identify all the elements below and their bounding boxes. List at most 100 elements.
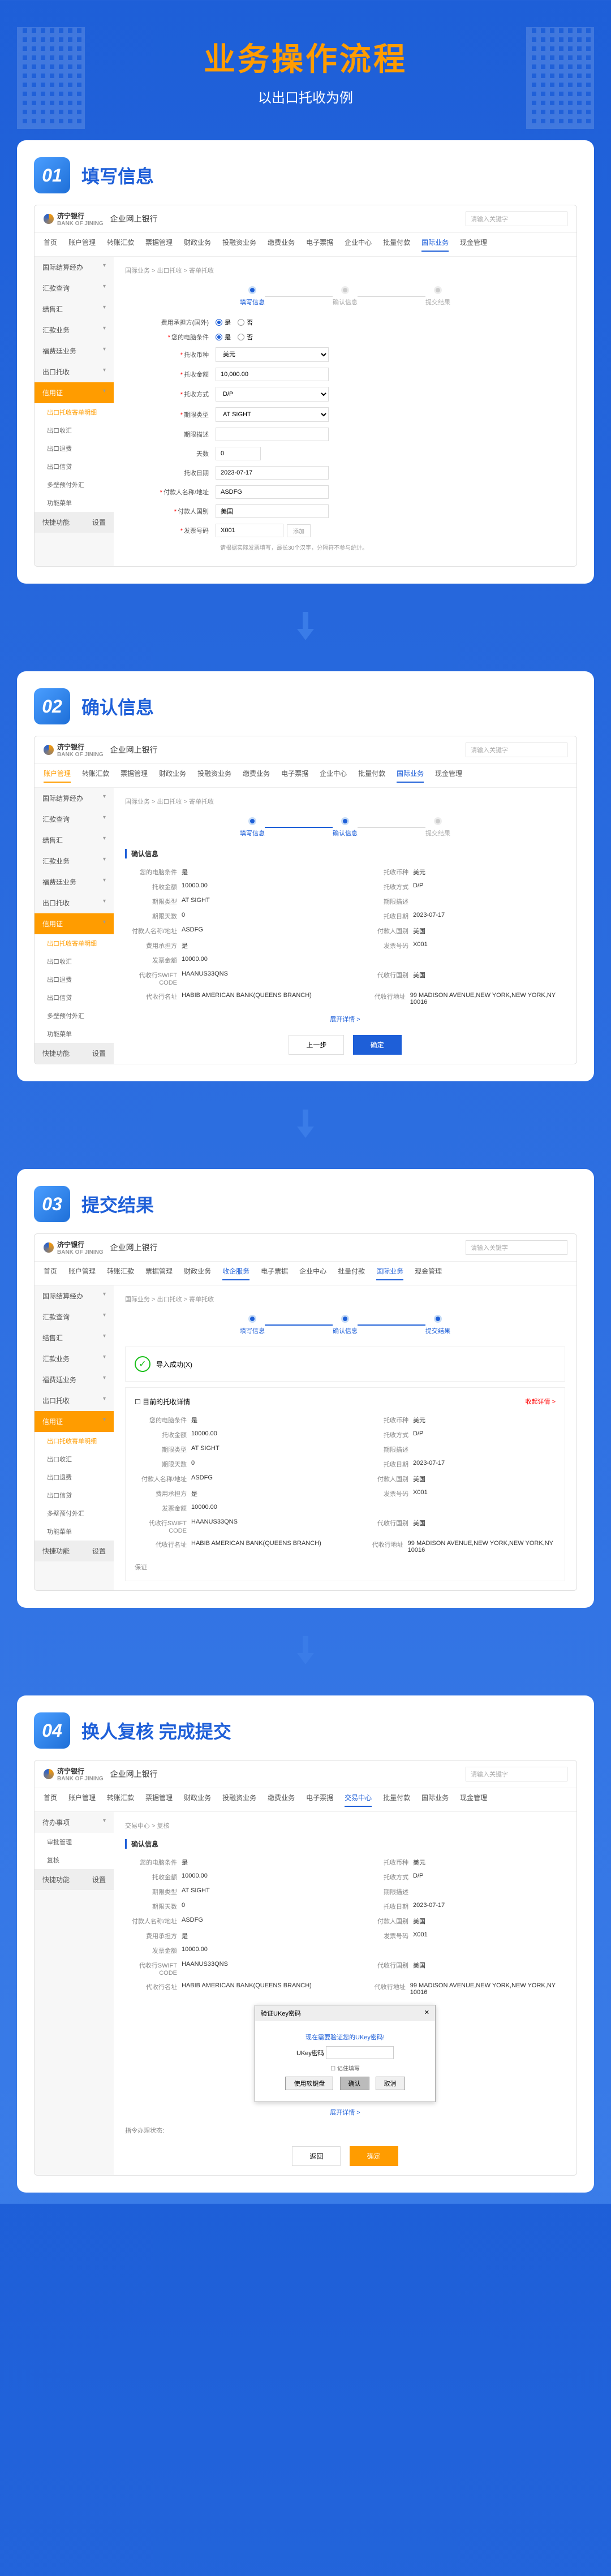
info-row: 发票金额10000.00: [125, 956, 334, 965]
search-input[interactable]: 请输入关键字: [466, 1240, 567, 1255]
info-row: 代收行国别美国: [356, 970, 565, 986]
dialog-cancel-btn[interactable]: 取消: [376, 2077, 405, 2090]
info-row: 发票金额10000.00: [125, 1946, 334, 1955]
nav-receive[interactable]: 收企服务: [222, 1266, 249, 1280]
nav-cash[interactable]: 现金管理: [460, 238, 487, 252]
side-sub-1[interactable]: 出口收汇: [35, 421, 114, 439]
info-row: 代收行地址99 MADISON AVENUE,NEW YORK,NEW YORK…: [356, 992, 565, 1006]
nav-transfer[interactable]: 转账汇款: [107, 238, 134, 252]
radio-fee-yes[interactable]: 是: [216, 318, 231, 327]
step-number-04: 04: [34, 1712, 70, 1749]
side-sub-approve[interactable]: 审批管理: [35, 1833, 114, 1851]
side-item-1[interactable]: 汇款查询▾: [35, 278, 114, 299]
side-item-active[interactable]: 信用证▾: [35, 382, 114, 403]
nav-bill[interactable]: 票据管理: [145, 238, 173, 252]
remember-checkbox[interactable]: ☐ 记住填写: [330, 2066, 360, 2072]
info-row: 托收金额10000.00: [125, 1872, 334, 1882]
hero-subtitle: 以出口托收为例: [11, 87, 600, 106]
search-input[interactable]: 请输入关键字: [466, 1767, 567, 1781]
select-term[interactable]: AT SIGHT: [216, 407, 329, 422]
nav-invest[interactable]: 投融资业务: [222, 238, 256, 252]
info-row: 发票号码X001: [356, 1489, 556, 1498]
step-title-04: 换人复核 完成提交: [81, 1718, 231, 1744]
ukey-password-input[interactable]: [326, 2046, 394, 2059]
info-row: 托收日期2023-07-17: [356, 1902, 565, 1911]
info-row: 付款人名称/地址ASDFG: [125, 1917, 334, 1926]
info-row: 期限天数0: [125, 1902, 334, 1911]
side-item-pending[interactable]: 待办事项▾: [35, 1812, 114, 1833]
btn-back[interactable]: 上一步: [289, 1035, 344, 1055]
side-item-5[interactable]: 出口托收▾: [35, 361, 114, 382]
bank-logo: 济宁银行BANK OF JINING: [44, 211, 104, 227]
confirm-grid: 您的电脑条件是托收币种美元托收金额10000.00托收方式D/P期限类型AT S…: [125, 868, 565, 1006]
nav-ebill[interactable]: 电子票据: [306, 238, 333, 252]
info-row: 托收金额10000.00: [135, 1430, 334, 1439]
info-row: 期限描述: [356, 1445, 556, 1454]
sidebar: 国际结算经办▾ 汇款查询▾ 结售汇▾ 汇款业务▾ 福费廷业务▾ 出口托收▾ 信用…: [35, 257, 114, 566]
side-foot[interactable]: 快捷功能设置: [35, 512, 114, 533]
radio-pc-no[interactable]: 否: [238, 333, 253, 342]
search-input[interactable]: 请输入关键字: [466, 743, 567, 757]
close-icon[interactable]: ✕: [424, 2009, 429, 2018]
side-sub-2[interactable]: 出口退费: [35, 439, 114, 458]
select-method[interactable]: D/P: [216, 387, 329, 402]
dialog-ok-btn[interactable]: 确认: [340, 2077, 369, 2090]
dialog-title: 验证UKey密码: [261, 2009, 301, 2018]
nav-tab-handle[interactable]: 账户管理: [44, 769, 71, 783]
side-sub-3[interactable]: 出口信贷: [35, 458, 114, 476]
info-row: 付款人国别美国: [356, 1917, 565, 1926]
side-item-4[interactable]: 福费廷业务▾: [35, 340, 114, 361]
btn-confirm[interactable]: 确定: [350, 2146, 398, 2166]
input-payer[interactable]: [216, 485, 329, 499]
btn-return[interactable]: 返回: [292, 2146, 341, 2166]
info-row: 代收行地址99 MADISON AVENUE,NEW YORK,NEW YORK…: [356, 1540, 556, 1554]
ukey-dialog: 验证UKey密码✕ 现在需要验证您的UKey密码! UKey密码 ☐ 记住填写 …: [255, 2005, 436, 2102]
info-row: 托收方式D/P: [356, 1872, 565, 1882]
nav-center[interactable]: 企业中心: [345, 238, 372, 252]
input-invoice[interactable]: [216, 524, 283, 537]
info-row: 付款人名称/地址ASDFG: [135, 1474, 334, 1483]
soft-keyboard-btn[interactable]: 使用软键盘: [285, 2077, 333, 2090]
input-days[interactable]: [216, 447, 261, 460]
arrow-down-1: [0, 595, 611, 660]
info-row: 托收方式D/P: [356, 1430, 556, 1439]
nav-batch[interactable]: 批量付款: [383, 238, 410, 252]
nav-finance[interactable]: 财政业务: [184, 238, 211, 252]
collapse-link[interactable]: 收起详情 >: [526, 1397, 556, 1406]
info-row: 托收币种美元: [356, 1858, 565, 1867]
side-item-0[interactable]: 国际结算经办▾: [35, 257, 114, 278]
hero: 业务操作流程 以出口托收为例: [0, 0, 611, 129]
success-message: ✓ 导入成功(X): [125, 1347, 565, 1382]
nav-account[interactable]: 账户管理: [68, 238, 96, 252]
radio-fee-no[interactable]: 否: [238, 318, 253, 327]
expand-link[interactable]: 展开详情 >: [125, 1015, 565, 1024]
btn-submit[interactable]: 确定: [353, 1035, 402, 1055]
nav-fee[interactable]: 缴费业务: [268, 238, 295, 252]
nav-home[interactable]: 首页: [44, 238, 57, 252]
input-amount[interactable]: [216, 368, 329, 381]
result-status: 指令办理状态:: [125, 2126, 565, 2135]
side-item-3[interactable]: 汇款业务▾: [35, 320, 114, 340]
side-item-2[interactable]: 结售汇▾: [35, 299, 114, 320]
radio-pc-yes[interactable]: 是: [216, 333, 231, 342]
side-sub-4[interactable]: 多壁预付外汇: [35, 476, 114, 494]
input-desc[interactable]: [216, 428, 329, 441]
side-sub-0[interactable]: 出口托收寄单明细: [35, 403, 114, 421]
nav-trade-center[interactable]: 交易中心: [345, 1793, 372, 1807]
info-row: 期限类型AT SIGHT: [125, 1887, 334, 1896]
step-block-02: 02 确认信息 济宁银行BANK OF JINING 企业网上银行 请输入关键字…: [17, 671, 594, 1081]
building-decoration-right: [526, 27, 594, 129]
input-date[interactable]: [216, 466, 329, 480]
info-row: 托收币种美元: [356, 1416, 556, 1425]
nav-bar: 首页 账户管理 转账汇款 票据管理 财政业务 投融资业务 缴费业务 电子票据 企…: [35, 233, 576, 257]
search-input[interactable]: 请输入关键字: [466, 212, 567, 226]
side-sub-5[interactable]: 功能菜单: [35, 494, 114, 512]
side-sub-review[interactable]: 复核: [35, 1851, 114, 1869]
bank-logo: 济宁银行BANK OF JINING: [44, 742, 104, 758]
hero-title: 业务操作流程: [11, 34, 600, 80]
input-country[interactable]: [216, 504, 329, 518]
nav-intl[interactable]: 国际业务: [421, 238, 449, 252]
select-currency[interactable]: 美元: [216, 347, 329, 362]
step-number-01: 01: [34, 157, 70, 193]
add-button[interactable]: 添加: [287, 524, 311, 537]
